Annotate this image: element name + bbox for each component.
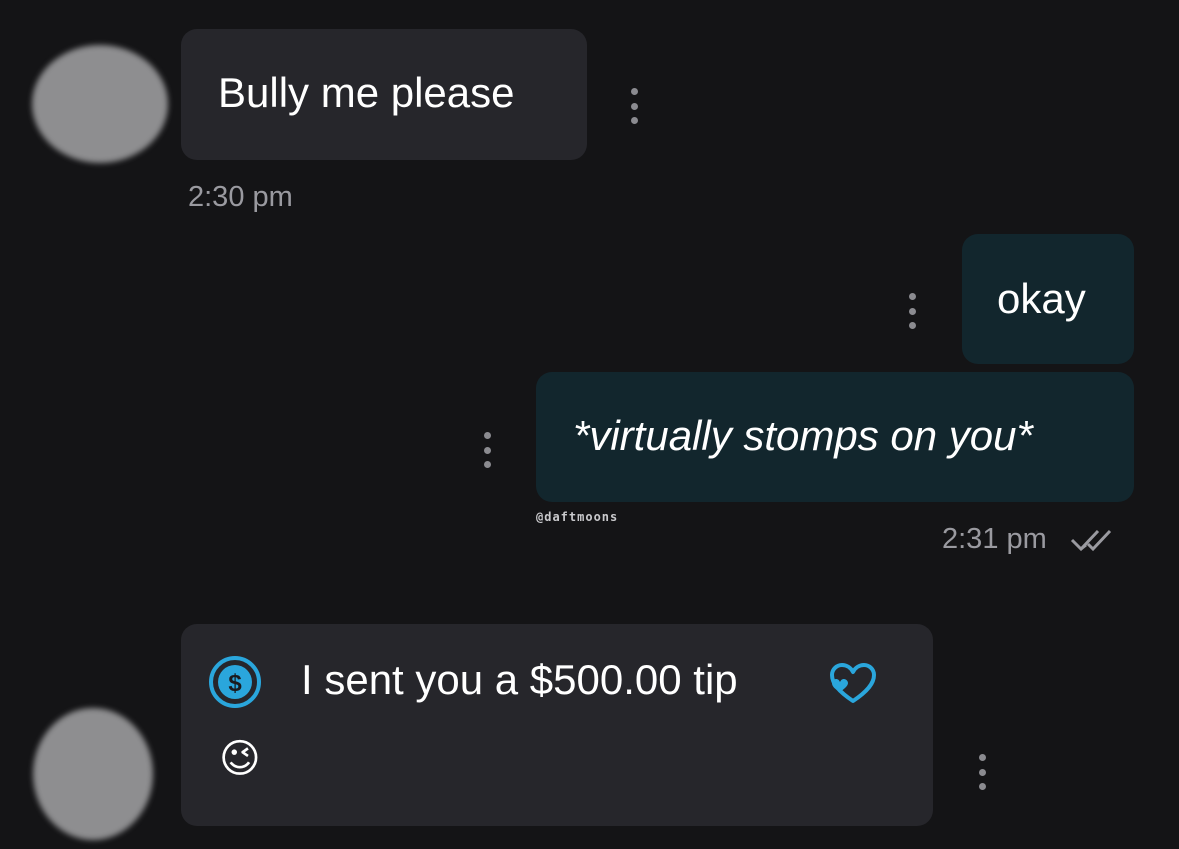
heart-icon xyxy=(830,663,876,703)
message-menu-icon[interactable] xyxy=(483,432,491,468)
sender-avatar[interactable] xyxy=(32,45,168,163)
message-menu-icon[interactable] xyxy=(908,293,916,329)
double-check-icon xyxy=(1070,529,1112,552)
wink-emoji: 😉 xyxy=(219,737,261,781)
tip-message-bubble[interactable]: $ I sent you a $500.00 tip 😉 xyxy=(181,624,933,826)
sender-avatar[interactable] xyxy=(33,708,153,840)
message-timestamp: 2:30 pm xyxy=(188,181,293,213)
dollar-coin-icon: $ xyxy=(209,656,261,708)
message-menu-icon[interactable] xyxy=(978,754,986,790)
message-text: *virtually stomps on you* xyxy=(573,412,1033,459)
watermark-text: @daftmoons xyxy=(536,510,619,524)
tip-message-text: I sent you a $500.00 tip xyxy=(301,656,738,703)
message-bubble[interactable]: *virtually stomps on you* xyxy=(536,372,1134,502)
message-text: Bully me please xyxy=(218,69,515,116)
message-menu-icon[interactable] xyxy=(630,88,638,124)
message-text: okay xyxy=(997,275,1086,322)
message-bubble[interactable]: okay xyxy=(962,234,1134,364)
svg-text:$: $ xyxy=(228,670,242,697)
message-bubble[interactable]: Bully me please xyxy=(181,29,587,160)
message-timestamp: 2:31 pm xyxy=(942,523,1047,555)
